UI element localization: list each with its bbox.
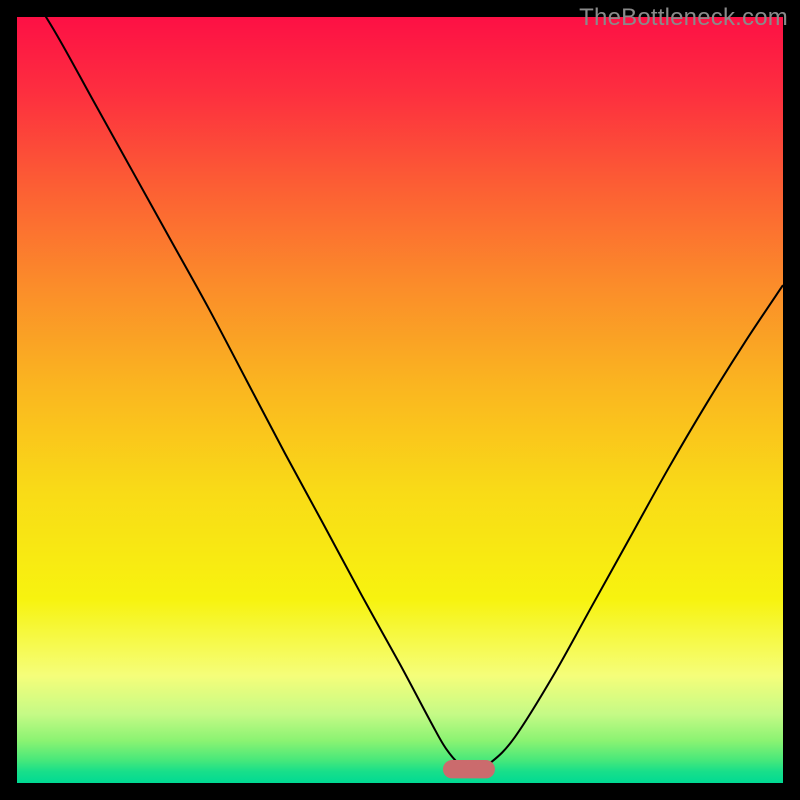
chart-frame (17, 17, 783, 783)
chart-background (17, 17, 783, 783)
bottleneck-chart (17, 17, 783, 783)
optimal-point-marker (443, 760, 495, 778)
watermark-text: TheBottleneck.com (579, 4, 788, 32)
